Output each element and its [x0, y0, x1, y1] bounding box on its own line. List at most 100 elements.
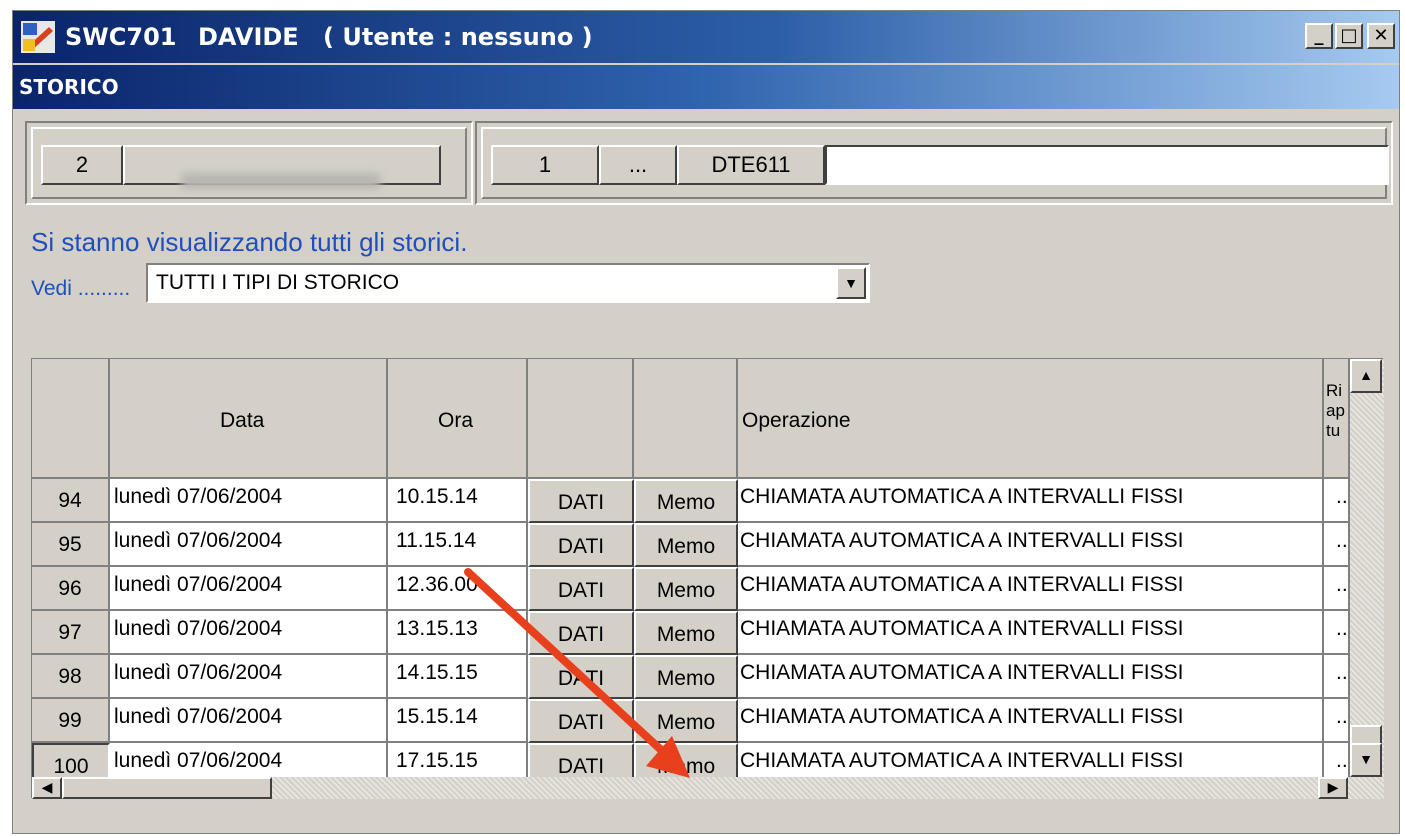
header-number: [32, 359, 110, 479]
window-title-user: ( Utente : nessuno ): [323, 23, 593, 51]
date-cell: lunedì 07/06/2004: [110, 655, 388, 699]
table-row[interactable]: 97 lunedì 07/06/2004 13.15.13 DATI Memo CHIAM…: [32, 611, 1350, 655]
redacted-object-name: [181, 173, 381, 189]
window-title-name: DAVIDE: [198, 23, 299, 51]
time-cell: 15.15.14: [388, 699, 528, 743]
object-name-button[interactable]: [123, 145, 441, 189]
scroll-left-button[interactable]: ◀: [32, 777, 62, 799]
dati-button[interactable]: DATI: [528, 655, 634, 699]
info-message: Si stanno visualizzando tutti gli storic…: [31, 227, 468, 257]
object-number: 2: [75, 152, 89, 177]
header-memo: [634, 359, 738, 479]
maximize-icon: □: [1340, 25, 1358, 46]
table-row[interactable]: 96 lunedì 07/06/2004 12.36.00 DATI Memo CHIAM…: [32, 567, 1350, 611]
memo-button[interactable]: Memo: [634, 479, 738, 523]
grid-header-row: Data Ora Operazione Ri ap tu: [32, 359, 1350, 479]
time-cell: 14.15.15: [388, 655, 528, 699]
row-number[interactable]: 98: [32, 655, 110, 699]
section-title: STORICO: [19, 75, 119, 99]
vertical-scroll-thumb[interactable]: [1350, 725, 1382, 745]
scroll-right-button[interactable]: ▶: [1318, 777, 1348, 799]
device-group: 1 ... DTE611: [475, 121, 1393, 205]
arrow-down-icon: ▼: [1359, 751, 1373, 767]
date-cell: lunedì 07/06/2004: [110, 479, 388, 523]
last-cell: ...: [1324, 611, 1350, 655]
table-row[interactable]: 95 lunedì 07/06/2004 11.15.14 DATI Memo CHIAM…: [32, 523, 1350, 567]
date-cell: lunedì 07/06/2004: [110, 523, 388, 567]
arrow-right-icon: ▶: [1327, 779, 1339, 795]
minimize-icon: _: [1314, 25, 1324, 46]
row-number[interactable]: 95: [32, 523, 110, 567]
device-number: 1: [538, 152, 552, 177]
arrow-up-icon: ▲: [1359, 367, 1373, 383]
table-row[interactable]: 99 lunedì 07/06/2004 15.15.14 DATI Memo CHIAM…: [32, 699, 1350, 743]
row-number[interactable]: 99: [32, 699, 110, 743]
time-cell: 11.15.14: [388, 523, 528, 567]
header-operation[interactable]: Operazione: [738, 359, 1324, 479]
operation-cell: CHIAMATA AUTOMATICA A INTERVALLI FISSI: [738, 611, 1324, 655]
object-group: 2: [25, 121, 473, 205]
minimize-button[interactable]: _: [1305, 23, 1333, 49]
title-bar[interactable]: SWC701 DAVIDE ( Utente : nessuno ) _ □ ✕: [13, 11, 1399, 63]
last-cell: ...: [1324, 523, 1350, 567]
row-number[interactable]: 94: [32, 479, 110, 523]
memo-button[interactable]: Memo: [634, 523, 738, 567]
maximize-button[interactable]: □: [1335, 23, 1363, 49]
row-number[interactable]: 96: [32, 567, 110, 611]
operation-cell: CHIAMATA AUTOMATICA A INTERVALLI FISSI: [738, 567, 1324, 611]
app-icon: [21, 21, 55, 53]
last-cell: ...: [1324, 655, 1350, 699]
object-group-frame: 2: [31, 127, 467, 199]
dropdown-button[interactable]: ▼: [836, 267, 866, 299]
last-cell: ...: [1324, 567, 1350, 611]
header-dati: [528, 359, 634, 479]
dati-button[interactable]: DATI: [528, 699, 634, 743]
scroll-up-button[interactable]: ▲: [1350, 359, 1382, 393]
last-cell: ...: [1324, 479, 1350, 523]
dati-button[interactable]: DATI: [528, 523, 634, 567]
operation-cell: CHIAMATA AUTOMATICA A INTERVALLI FISSI: [738, 699, 1324, 743]
date-cell: lunedì 07/06/2004: [110, 699, 388, 743]
date-cell: lunedì 07/06/2004: [110, 567, 388, 611]
section-title-bar: STORICO: [13, 65, 1399, 109]
device-number-button[interactable]: 1: [491, 145, 599, 185]
memo-button[interactable]: Memo: [634, 699, 738, 743]
chevron-down-icon: ▼: [844, 275, 858, 291]
device-code-button[interactable]: DTE611: [677, 145, 825, 185]
vertical-scrollbar[interactable]: ▲ ▼: [1350, 359, 1384, 777]
window-title-app: SWC701: [65, 23, 177, 51]
device-description-field[interactable]: [825, 145, 1389, 185]
dati-button[interactable]: DATI: [528, 611, 634, 655]
history-type-value: TUTTI I TIPI DI STORICO: [156, 271, 400, 294]
header-date[interactable]: Data: [110, 359, 388, 479]
horizontal-scroll-thumb[interactable]: [62, 777, 272, 799]
header-last-column[interactable]: Ri ap tu: [1324, 359, 1350, 479]
time-cell: 13.15.13: [388, 611, 528, 655]
scroll-down-button[interactable]: ▼: [1350, 743, 1382, 777]
browse-button[interactable]: ...: [599, 145, 677, 185]
device-code: DTE611: [711, 152, 791, 177]
operation-cell: CHIAMATA AUTOMATICA A INTERVALLI FISSI: [738, 655, 1324, 699]
close-icon: ✕: [1373, 25, 1389, 46]
main-window: SWC701 DAVIDE ( Utente : nessuno ) _ □ ✕…: [12, 10, 1400, 834]
row-number[interactable]: 97: [32, 611, 110, 655]
close-button[interactable]: ✕: [1367, 23, 1395, 49]
filter-label: Vedi .........: [31, 277, 131, 300]
ellipsis-icon: ...: [628, 152, 648, 177]
table-row[interactable]: 94 lunedì 07/06/2004 10.15.14 DATI Memo CHIAM…: [32, 479, 1350, 523]
last-cell: ...: [1324, 699, 1350, 743]
object-number-button[interactable]: 2: [41, 145, 123, 185]
time-cell: 12.36.00: [388, 567, 528, 611]
history-type-select[interactable]: TUTTI I TIPI DI STORICO ▼: [146, 263, 870, 303]
memo-button[interactable]: Memo: [634, 567, 738, 611]
horizontal-scrollbar[interactable]: ◀ ▶: [32, 777, 1384, 799]
memo-button[interactable]: Memo: [634, 655, 738, 699]
time-cell: 10.15.14: [388, 479, 528, 523]
dati-button[interactable]: DATI: [528, 567, 634, 611]
history-grid: Data Ora Operazione Ri ap tu 94 lunedì 07…: [31, 358, 1384, 799]
memo-button[interactable]: Memo: [634, 611, 738, 655]
table-row[interactable]: 98 lunedì 07/06/2004 14.15.15 DATI Memo CHIAM…: [32, 655, 1350, 699]
header-time[interactable]: Ora: [388, 359, 528, 479]
date-cell: lunedì 07/06/2004: [110, 611, 388, 655]
dati-button[interactable]: DATI: [528, 479, 634, 523]
